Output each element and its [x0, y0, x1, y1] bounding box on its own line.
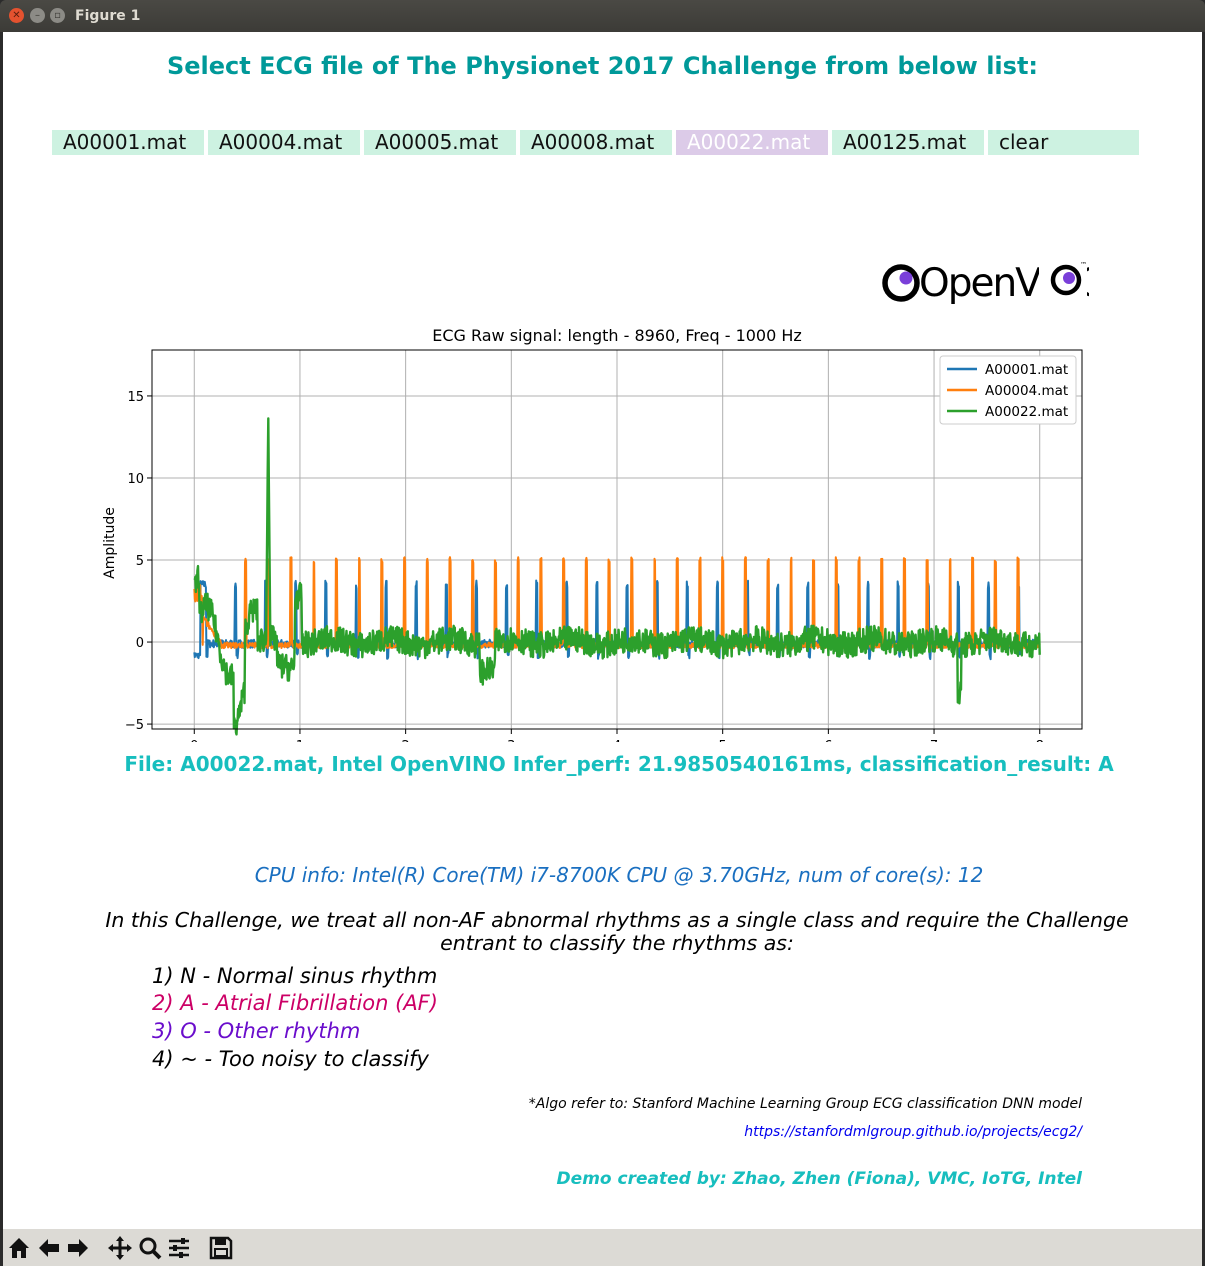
y-tick-label: 0	[136, 636, 144, 651]
file-button-a00125[interactable]: A00125.mat	[832, 130, 984, 155]
back-button[interactable]	[36, 1235, 62, 1261]
demo-credit: Demo created by: Zhao, Zhen (Fiona), VMC…	[556, 1169, 1082, 1189]
save-icon	[209, 1236, 233, 1260]
matplotlib-toolbar	[3, 1229, 1202, 1266]
cpu-info: CPU info: Intel(R) Core(TM) i7-8700K CPU…	[254, 863, 984, 887]
x-tick-label: 4	[613, 739, 621, 742]
file-button-a00008[interactable]: A00008.mat	[520, 130, 672, 155]
zoom-icon	[139, 1237, 162, 1260]
figure-canvas: Select ECG file of The Physionet 2017 Ch…	[3, 32, 1202, 1229]
y-tick-label: 5	[136, 554, 144, 569]
window-titlebar: ✕ – ▫ Figure 1	[0, 0, 1205, 32]
class-item-n: 1) N - Normal sinus rhythm	[152, 964, 438, 988]
file-button-a00004[interactable]: A00004.mat	[208, 130, 360, 155]
x-tick-label: 3	[507, 739, 515, 742]
minimize-window-button[interactable]: –	[30, 8, 45, 23]
legend-label: A00022.mat	[985, 404, 1068, 420]
forward-button[interactable]	[65, 1235, 91, 1261]
y-tick-label: 10	[127, 472, 144, 487]
openvino-logo: OpenVINO ™	[879, 258, 1108, 308]
close-window-button[interactable]: ✕	[9, 8, 24, 23]
x-tick-label: 8	[1036, 739, 1044, 742]
clear-button[interactable]: clear	[988, 130, 1139, 155]
pan-button[interactable]	[107, 1235, 133, 1261]
window-title: Figure 1	[75, 8, 141, 24]
y-axis-label: Amplitude	[102, 507, 118, 579]
class-item-a: 2) A - Atrial Fibrillation (AF)	[152, 991, 438, 1015]
challenge-description: In this Challenge, we treat all non-AF a…	[53, 909, 1181, 955]
class-item-noisy: 4) ~ - Too noisy to classify	[152, 1047, 429, 1071]
forward-icon	[68, 1239, 88, 1257]
maximize-window-button[interactable]: ▫	[50, 8, 65, 23]
y-tick-label: −5	[125, 718, 144, 733]
algo-link[interactable]: https://stanfordmlgroup.github.io/projec…	[744, 1124, 1082, 1140]
challenge-line-2: entrant to classify the rhythms as:	[440, 931, 794, 955]
home-button[interactable]	[6, 1235, 32, 1261]
x-tick-label: 7	[930, 739, 938, 742]
ecg-chart: ECG Raw signal: length - 8960, Freq - 10…	[102, 326, 1083, 742]
class-item-o: 3) O - Other rhythm	[152, 1019, 361, 1043]
file-button-a00001[interactable]: A00001.mat	[52, 130, 204, 155]
x-tick-label: 5	[719, 739, 727, 742]
configure-icon	[169, 1238, 189, 1258]
x-tick-label: 1	[296, 739, 304, 742]
file-button-a00022[interactable]: A00022.mat	[676, 130, 828, 155]
save-button[interactable]	[208, 1235, 234, 1261]
file-button-a00005[interactable]: A00005.mat	[364, 130, 516, 155]
classification-result: File: A00022.mat, Intel OpenVINO Infer_p…	[124, 752, 1114, 776]
logo-tm: ™	[1080, 261, 1087, 269]
chart-title: ECG Raw signal: length - 8960, Freq - 10…	[432, 326, 802, 345]
chart-legend: A00001.mat A00004.mat A00022.mat	[939, 355, 1077, 425]
page-heading: Select ECG file of The Physionet 2017 Ch…	[166, 52, 1039, 80]
challenge-line-1: In this Challenge, we treat all non-AF a…	[105, 908, 1129, 932]
legend-label: A00001.mat	[985, 362, 1068, 378]
back-icon	[39, 1239, 59, 1257]
zoom-button[interactable]	[137, 1235, 163, 1261]
pan-icon	[108, 1236, 132, 1260]
x-tick-label: 2	[401, 739, 409, 742]
x-tick-label: 0	[190, 739, 198, 742]
legend-label: A00004.mat	[985, 383, 1068, 399]
x-tick-label: 6	[824, 739, 832, 742]
algo-reference: *Algo refer to: Stanford Machine Learnin…	[528, 1096, 1082, 1112]
configure-subplots-button[interactable]	[166, 1235, 192, 1261]
home-icon	[9, 1238, 29, 1258]
y-tick-label: 15	[127, 390, 144, 405]
